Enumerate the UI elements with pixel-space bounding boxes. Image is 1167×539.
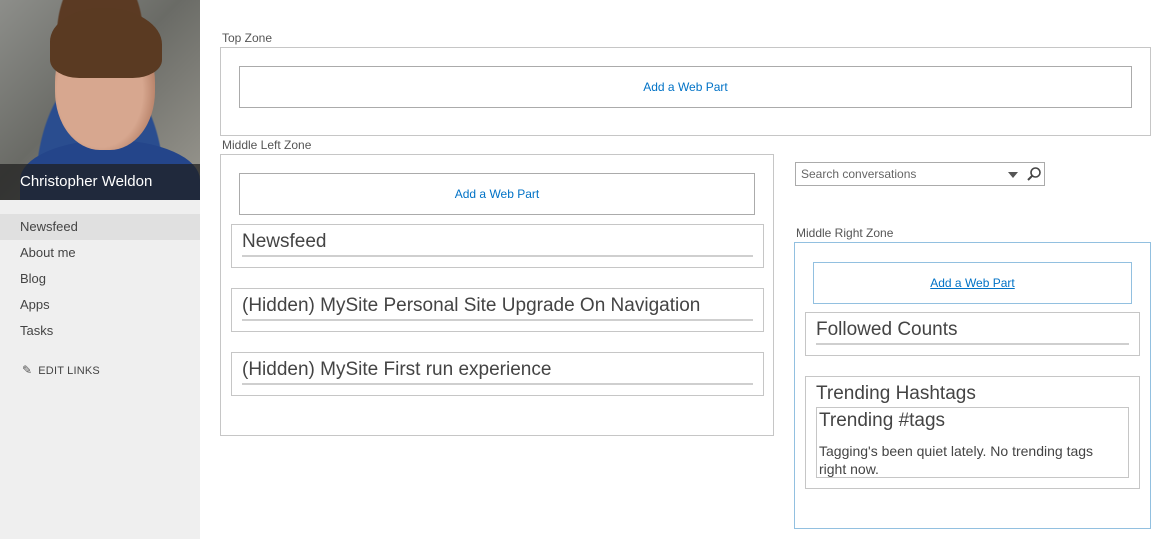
webpart-title: (Hidden) MySite Personal Site Upgrade On… (242, 295, 753, 321)
webpart-title: Trending Hashtags (816, 383, 976, 404)
middle-right-add-webpart-button[interactable]: Add a Web Part (813, 262, 1132, 304)
nav-item-about-me[interactable]: About me (0, 240, 200, 266)
trending-tags-title: Trending #tags (819, 410, 946, 431)
followed-counts-webpart[interactable]: Followed Counts (805, 312, 1140, 356)
edit-links-label: EDIT LINKS (38, 365, 100, 377)
search-icon[interactable] (1026, 166, 1042, 182)
nav-item-newsfeed[interactable]: Newsfeed (0, 214, 200, 240)
trending-tags-message: Tagging's been quiet lately. No trending… (819, 443, 1094, 477)
newsfeed-webpart[interactable]: Newsfeed (231, 224, 764, 268)
webpart-title: Followed Counts (816, 319, 1129, 345)
nav-item-tasks[interactable]: Tasks (0, 318, 200, 344)
webpart-title: (Hidden) MySite First run experience (242, 359, 753, 385)
hidden-first-run-webpart[interactable]: (Hidden) MySite First run experience (231, 352, 764, 396)
edit-links-button[interactable]: ✎ EDIT LINKS (22, 363, 100, 377)
trending-tags-box: Trending #tags Tagging's been quiet late… (816, 407, 1129, 478)
left-navigation: Christopher Weldon Newsfeed About me Blo… (0, 0, 200, 539)
nav-list: Newsfeed About me Blog Apps Tasks (0, 214, 200, 344)
nav-item-apps[interactable]: Apps (0, 292, 200, 318)
middle-right-zone: Add a Web Part Followed Counts Trending … (794, 242, 1151, 529)
search-conversations-box (795, 162, 1045, 186)
profile-photo[interactable]: Christopher Weldon (0, 0, 200, 200)
chevron-down-icon[interactable] (1008, 172, 1018, 178)
search-input[interactable] (796, 163, 996, 185)
middle-left-add-webpart-button[interactable]: Add a Web Part (239, 173, 755, 215)
photo-hair (50, 8, 162, 78)
webpart-title: Newsfeed (242, 231, 753, 257)
top-zone-label: Top Zone (222, 31, 273, 45)
pencil-icon: ✎ (22, 363, 33, 377)
top-zone-add-webpart-button[interactable]: Add a Web Part (239, 66, 1132, 108)
middle-left-zone-label: Middle Left Zone (222, 138, 312, 152)
trending-hashtags-webpart[interactable]: Trending Hashtags Trending #tags Tagging… (805, 376, 1140, 489)
middle-right-zone-label: Middle Right Zone (796, 226, 894, 240)
top-zone: Add a Web Part (220, 47, 1151, 136)
nav-item-blog[interactable]: Blog (0, 266, 200, 292)
profile-name[interactable]: Christopher Weldon (0, 164, 200, 200)
hidden-upgrade-navigation-webpart[interactable]: (Hidden) MySite Personal Site Upgrade On… (231, 288, 764, 332)
middle-left-zone: Add a Web Part Newsfeed (Hidden) MySite … (220, 154, 774, 436)
